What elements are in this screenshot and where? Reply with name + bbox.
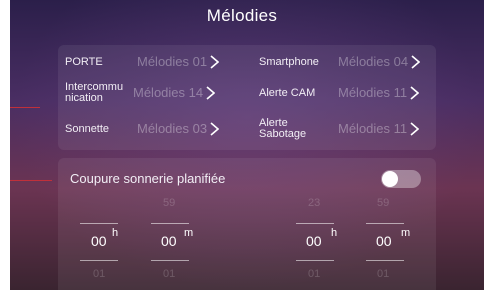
- chevron-right-icon: [410, 85, 420, 100]
- melody-value-text: Mélodies 11: [338, 121, 408, 136]
- melody-value[interactable]: Mélodies 01: [137, 54, 220, 69]
- end-minute-value[interactable]: 00: [376, 233, 392, 249]
- end-hour-next: 01: [308, 268, 321, 280]
- toggle-knob: [382, 171, 398, 187]
- melody-value-text: Mélodies 03: [137, 121, 208, 136]
- end-minute-next: 01: [377, 268, 390, 280]
- melody-row-alerte-sabotage[interactable]: Alerte Sabotage Mélodies 11: [259, 116, 429, 142]
- start-hour-value[interactable]: 00: [91, 233, 107, 249]
- left-margin: [0, 0, 10, 290]
- melody-label: Alerte CAM: [259, 86, 316, 99]
- melody-row-porte[interactable]: PORTE Mélodies 01: [65, 50, 235, 74]
- end-hour-value[interactable]: 00: [306, 233, 322, 249]
- melody-row-alerte-cam[interactable]: Alerte CAM Mélodies 11: [259, 80, 429, 106]
- start-hour-next: 01: [93, 268, 106, 280]
- callout-line-schedule: [10, 180, 52, 181]
- melody-value-text: Mélodies 04: [338, 54, 409, 69]
- end-hour-unit: h: [331, 227, 338, 239]
- melody-label: Sonnette: [65, 122, 110, 135]
- chevron-right-icon: [210, 121, 220, 136]
- start-minute-value[interactable]: 00: [161, 233, 177, 249]
- melody-row-sonnette[interactable]: Sonnette Mélodies 03: [65, 116, 235, 142]
- end-hour-top-line: [296, 223, 334, 224]
- melody-value-text: Mélodies 01: [137, 54, 208, 69]
- melody-value-text: Mélodies 11: [338, 85, 408, 100]
- melody-label: Smartphone: [259, 55, 319, 68]
- melody-value[interactable]: Mélodies 04: [338, 54, 421, 69]
- end-minute-prev: 59: [377, 197, 390, 209]
- melody-row-intercommunication[interactable]: Intercommu nication Mélodies 14: [65, 80, 235, 106]
- start-minute-bottom-line: [151, 260, 189, 261]
- start-minute-unit: m: [184, 227, 194, 239]
- melody-value-text: Mélodies 14: [133, 85, 204, 100]
- melody-value[interactable]: Mélodies 03: [137, 121, 220, 136]
- start-hour-top-line: [80, 223, 118, 224]
- melody-label: Intercommu nication: [65, 81, 124, 104]
- melody-label: Alerte Sabotage: [259, 117, 307, 140]
- end-minute-unit: m: [401, 227, 411, 239]
- start-minute-next: 01: [163, 268, 176, 280]
- melody-value[interactable]: Mélodies 11: [338, 85, 420, 100]
- chevron-right-icon: [410, 121, 420, 136]
- end-minute-bottom-line: [366, 260, 404, 261]
- start-minute-top-line: [151, 223, 189, 224]
- melody-value[interactable]: Mélodies 14: [133, 85, 216, 100]
- melody-value[interactable]: Mélodies 11: [338, 121, 420, 136]
- end-hour-bottom-line: [296, 260, 334, 261]
- schedule-toggle[interactable]: [381, 170, 421, 188]
- page-title: Mélodies: [206, 6, 278, 25]
- callout-line-melodies: [10, 107, 40, 108]
- chevron-right-icon: [206, 85, 216, 100]
- end-hour-prev: 23: [308, 197, 321, 209]
- chevron-right-icon: [411, 54, 421, 69]
- melody-row-smartphone[interactable]: Smartphone Mélodies 04: [259, 50, 429, 74]
- start-hour-unit: h: [112, 227, 119, 239]
- start-minute-prev: 59: [163, 197, 176, 209]
- start-hour-bottom-line: [80, 260, 118, 261]
- melody-label: PORTE: [65, 55, 103, 68]
- chevron-right-icon: [210, 54, 220, 69]
- schedule-label: Coupure sonnerie planifiée: [70, 171, 226, 186]
- end-minute-top-line: [366, 223, 404, 224]
